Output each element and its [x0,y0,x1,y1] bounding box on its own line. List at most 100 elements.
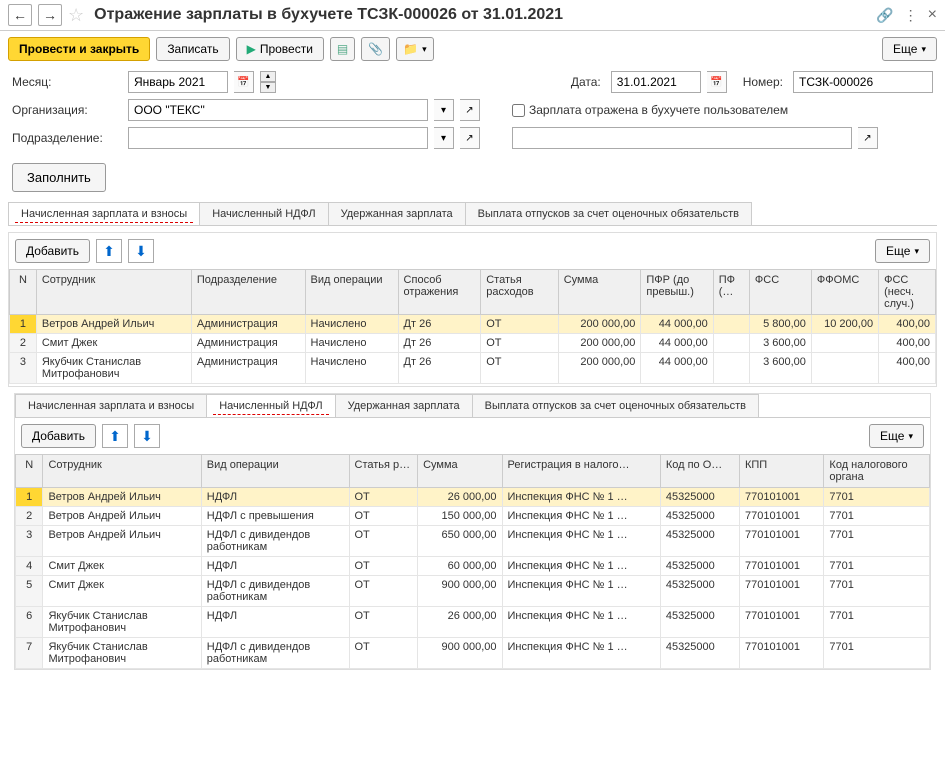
nav-forward-button[interactable]: → [38,4,62,26]
cell-code: 45325000 [660,557,739,576]
table-row[interactable]: 5 Смит Джек НДФЛ с дивидендов работникам… [16,576,930,607]
col-method[interactable]: Способ отражения [398,270,481,315]
cell-article: ОТ [481,353,559,384]
dept-input[interactable] [128,127,428,149]
col-fss[interactable]: ФСС [749,270,811,315]
org-input[interactable] [128,99,428,121]
table-row[interactable]: 3 Ветров Андрей Ильич НДФЛ с дивидендов … [16,526,930,557]
table-row[interactable]: 3 Якубчик Станислав Митрофанович Админис… [10,353,936,384]
create-basis-button[interactable]: 📁 [396,37,433,61]
number-input[interactable] [793,71,933,93]
document-icon: ▤ [337,42,348,56]
col-pf[interactable]: ПФ (… [713,270,749,315]
cell-op: НДФЛ с дивидендов работникам [201,526,349,557]
cell-kpp: 770101001 [739,576,823,607]
table-row[interactable]: 6 Якубчик Станислав Митрофанович НДФЛ ОТ… [16,607,930,638]
post-button[interactable]: ▶ Провести [236,37,324,61]
tab2-accrued-ndfl[interactable]: Начисленный НДФЛ [206,394,335,417]
table-row[interactable]: 1 Ветров Андрей Ильич НДФЛ ОТ 26 000,00 … [16,488,930,507]
col2-sum[interactable]: Сумма [418,455,502,488]
col-pfr[interactable]: ПФР (до превыш.) [641,270,713,315]
fill-button[interactable]: Заполнить [12,163,106,192]
extra-input[interactable] [512,127,852,149]
close-icon[interactable]: × [928,6,937,24]
col-fss-ns[interactable]: ФСС (несч. случ.) [879,270,936,315]
move-down-button[interactable]: ⬇ [128,239,154,263]
tab-withheld-salary[interactable]: Удержанная зарплата [328,202,466,225]
cell-method: Дт 26 [398,334,481,353]
table-row[interactable]: 4 Смит Джек НДФЛ ОТ 60 000,00 Инспекция … [16,557,930,576]
col2-n[interactable]: N [16,455,43,488]
org-dropdown-button[interactable]: ▾ [434,99,454,121]
org-open-button[interactable]: ↗ [460,99,480,121]
tab2-withheld-salary[interactable]: Удержанная зарплата [335,394,473,417]
cell-employee: Якубчик Станислав Митрофанович [43,607,201,638]
tab-accrued-ndfl[interactable]: Начисленный НДФЛ [199,202,328,225]
col-ffoms[interactable]: ФФОМС [811,270,878,315]
cell-sum: 200 000,00 [558,334,641,353]
add-row-button-2[interactable]: Добавить [21,424,96,448]
cell-op: НДФЛ с дивидендов работникам [201,576,349,607]
cell-article: ОТ [481,315,559,334]
month-input[interactable] [128,71,228,93]
col2-taxcode[interactable]: Код налогового органа [824,455,930,488]
move-up-button[interactable]: ⬆ [96,239,122,263]
cell-op: НДФЛ [201,607,349,638]
tab2-vacation-payout[interactable]: Выплата отпусков за счет оценочных обяза… [472,394,759,417]
link-icon[interactable]: 🔗 [876,7,893,24]
date-input[interactable] [611,71,701,93]
extra-open-button[interactable]: ↗ [858,127,878,149]
col-n[interactable]: N [10,270,37,315]
cell-tax: 7701 [824,607,930,638]
table-row[interactable]: 2 Смит Джек Администрация Начислено Дт 2… [10,334,936,353]
month-down-button[interactable]: ▼ [260,82,276,93]
col-sum[interactable]: Сумма [558,270,641,315]
col-op[interactable]: Вид операции [305,270,398,315]
open-icon: ↗ [863,133,871,144]
table-row[interactable]: 7 Якубчик Станислав Митрофанович НДФЛ с … [16,638,930,669]
col-dept[interactable]: Подразделение [191,270,305,315]
add-row-button[interactable]: Добавить [15,239,90,263]
dept-open-button[interactable]: ↗ [460,127,480,149]
cell-n: 7 [16,638,43,669]
dept-dropdown-button[interactable]: ▾ [434,127,454,149]
tab-accrued-salary[interactable]: Начисленная зарплата и взносы [8,202,200,225]
nav-back-button[interactable]: ← [8,4,32,26]
move-up-button-2[interactable]: ⬆ [102,424,128,448]
col-employee[interactable]: Сотрудник [36,270,191,315]
more-button[interactable]: Еще [882,37,937,61]
attachment-button[interactable]: 📎 [361,37,390,61]
col2-kpp[interactable]: КПП [739,455,823,488]
col2-article[interactable]: Статья р… [349,455,418,488]
reflected-checkbox[interactable] [512,104,525,117]
cell-tax: 7701 [824,557,930,576]
cell-code: 45325000 [660,526,739,557]
col2-employee[interactable]: Сотрудник [43,455,201,488]
move-down-button-2[interactable]: ⬇ [134,424,160,448]
report-button[interactable]: ▤ [330,37,355,61]
favorite-star-icon[interactable]: ☆ [68,5,84,26]
table-row[interactable]: 2 Ветров Андрей Ильич НДФЛ с превышения … [16,507,930,526]
menu-dots-icon[interactable]: ⋮ [904,7,918,24]
date-calendar-button[interactable]: 📅 [707,71,727,93]
cell-sum: 150 000,00 [418,507,502,526]
month-spinner[interactable]: ▲ ▼ [260,71,276,93]
col2-reg[interactable]: Регистрация в налого… [502,455,660,488]
cell-article: ОТ [349,507,418,526]
col-article[interactable]: Статья расходов [481,270,559,315]
section-more-button-2[interactable]: Еще [869,424,924,448]
col2-op[interactable]: Вид операции [201,455,349,488]
col2-code[interactable]: Код по О… [660,455,739,488]
tab-vacation-payout[interactable]: Выплата отпусков за счет оценочных обяза… [465,202,752,225]
month-calendar-button[interactable]: 📅 [234,71,254,93]
save-button[interactable]: Записать [156,37,229,61]
reflected-checkbox-label[interactable]: Зарплата отражена в бухучете пользовател… [512,103,788,117]
month-up-button[interactable]: ▲ [260,71,276,82]
tab2-accrued-salary[interactable]: Начисленная зарплата и взносы [15,394,207,417]
table-row[interactable]: 1 Ветров Андрей Ильич Администрация Начи… [10,315,936,334]
post-and-close-button[interactable]: Провести и закрыть [8,37,150,61]
cell-sum: 900 000,00 [418,638,502,669]
cell-method: Дт 26 [398,353,481,384]
section-more-button[interactable]: Еще [875,239,930,263]
cell-n: 5 [16,576,43,607]
